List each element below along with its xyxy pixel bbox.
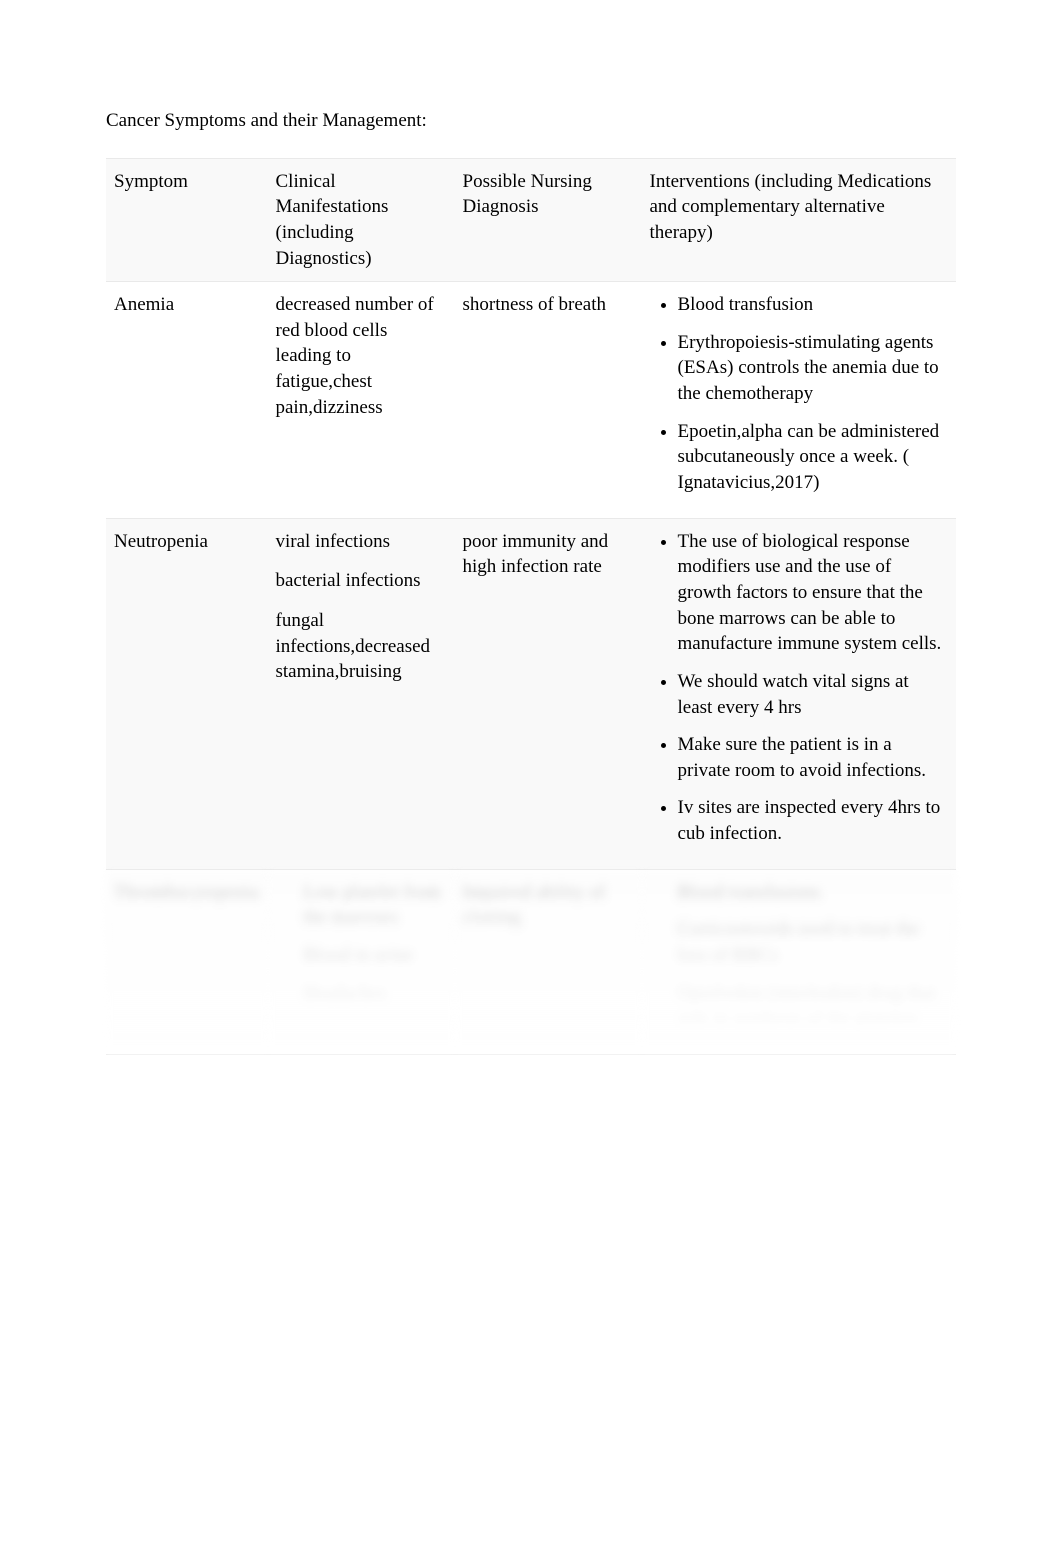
table-row: Thrombocytopenia Low platelet from the m… bbox=[106, 869, 956, 1054]
interventions-list: Blood transfusion Erythropoiesis-stimula… bbox=[650, 292, 949, 495]
cell-manifestations: Low platelet from the marrows Blood in u… bbox=[268, 869, 455, 1054]
interventions-list: Blood transfusions Corticosteroids used … bbox=[650, 880, 949, 1032]
interventions-list: The use of biological response modifiers… bbox=[650, 529, 949, 847]
cell-interventions: Blood transfusion Erythropoiesis-stimula… bbox=[642, 282, 957, 518]
cell-interventions: The use of biological response modifiers… bbox=[642, 518, 957, 869]
cell-diagnosis: shortness of breath bbox=[455, 282, 642, 518]
col-header-interventions: Interventions (including Medications and… bbox=[642, 158, 957, 282]
list-item: Oprelvekin (interleukin) drug that aids … bbox=[678, 981, 949, 1032]
list-item: Make sure the patient is in a private ro… bbox=[678, 732, 949, 783]
table-row: Neutropenia viral infections bacterial i… bbox=[106, 518, 956, 869]
cell-symptom: Neutropenia bbox=[106, 518, 268, 869]
col-header-symptom: Symptom bbox=[106, 158, 268, 282]
list-item: Epoetin,alpha can be administered subcut… bbox=[678, 419, 949, 496]
list-item: Low platelet from the marrows bbox=[304, 880, 447, 931]
list-item: Erythropoiesis-stimulating agents (ESAs)… bbox=[678, 330, 949, 407]
cell-diagnosis: poor immunity and high infection rate bbox=[455, 518, 642, 869]
cell-manifestations: viral infections bacterial infections fu… bbox=[268, 518, 455, 869]
list-item: The use of biological response modifiers… bbox=[678, 529, 949, 657]
table-header-row: Symptom Clinical Manifestations (includi… bbox=[106, 158, 956, 282]
cell-manifestations: decreased number of red blood cells lead… bbox=[268, 282, 455, 518]
cell-diagnosis: Impaired ability of clotting bbox=[455, 869, 642, 1054]
list-item: Corticosteroids used to treat the loss o… bbox=[678, 917, 949, 968]
manifestation-paragraph: bacterial infections bbox=[276, 568, 447, 594]
list-item: Blood transfusion bbox=[678, 292, 949, 318]
list-item: Blood in urine bbox=[304, 943, 447, 969]
manifestations-list: Low platelet from the marrows Blood in u… bbox=[276, 880, 447, 1007]
symptoms-table: Symptom Clinical Manifestations (includi… bbox=[106, 158, 956, 1055]
col-header-manifestations: Clinical Manifestations (including Diagn… bbox=[268, 158, 455, 282]
list-item: Iv sites are inspected every 4hrs to cub… bbox=[678, 795, 949, 846]
table-row: Anemia decreased number of red blood cel… bbox=[106, 282, 956, 518]
cell-symptom: Thrombocytopenia bbox=[106, 869, 268, 1054]
col-header-diagnosis: Possible Nursing Diagnosis bbox=[455, 158, 642, 282]
manifestation-paragraph: fungal infections,decreased stamina,brui… bbox=[276, 608, 447, 685]
list-item: Blood transfusions bbox=[678, 880, 949, 906]
manifestation-paragraph: viral infections bbox=[276, 529, 447, 555]
list-item: We should watch vital signs at least eve… bbox=[678, 669, 949, 720]
cell-symptom: Anemia bbox=[106, 282, 268, 518]
list-item: Headaches bbox=[304, 981, 447, 1007]
cell-interventions: Blood transfusions Corticosteroids used … bbox=[642, 869, 957, 1054]
page-title: Cancer Symptoms and their Management: bbox=[106, 108, 956, 134]
